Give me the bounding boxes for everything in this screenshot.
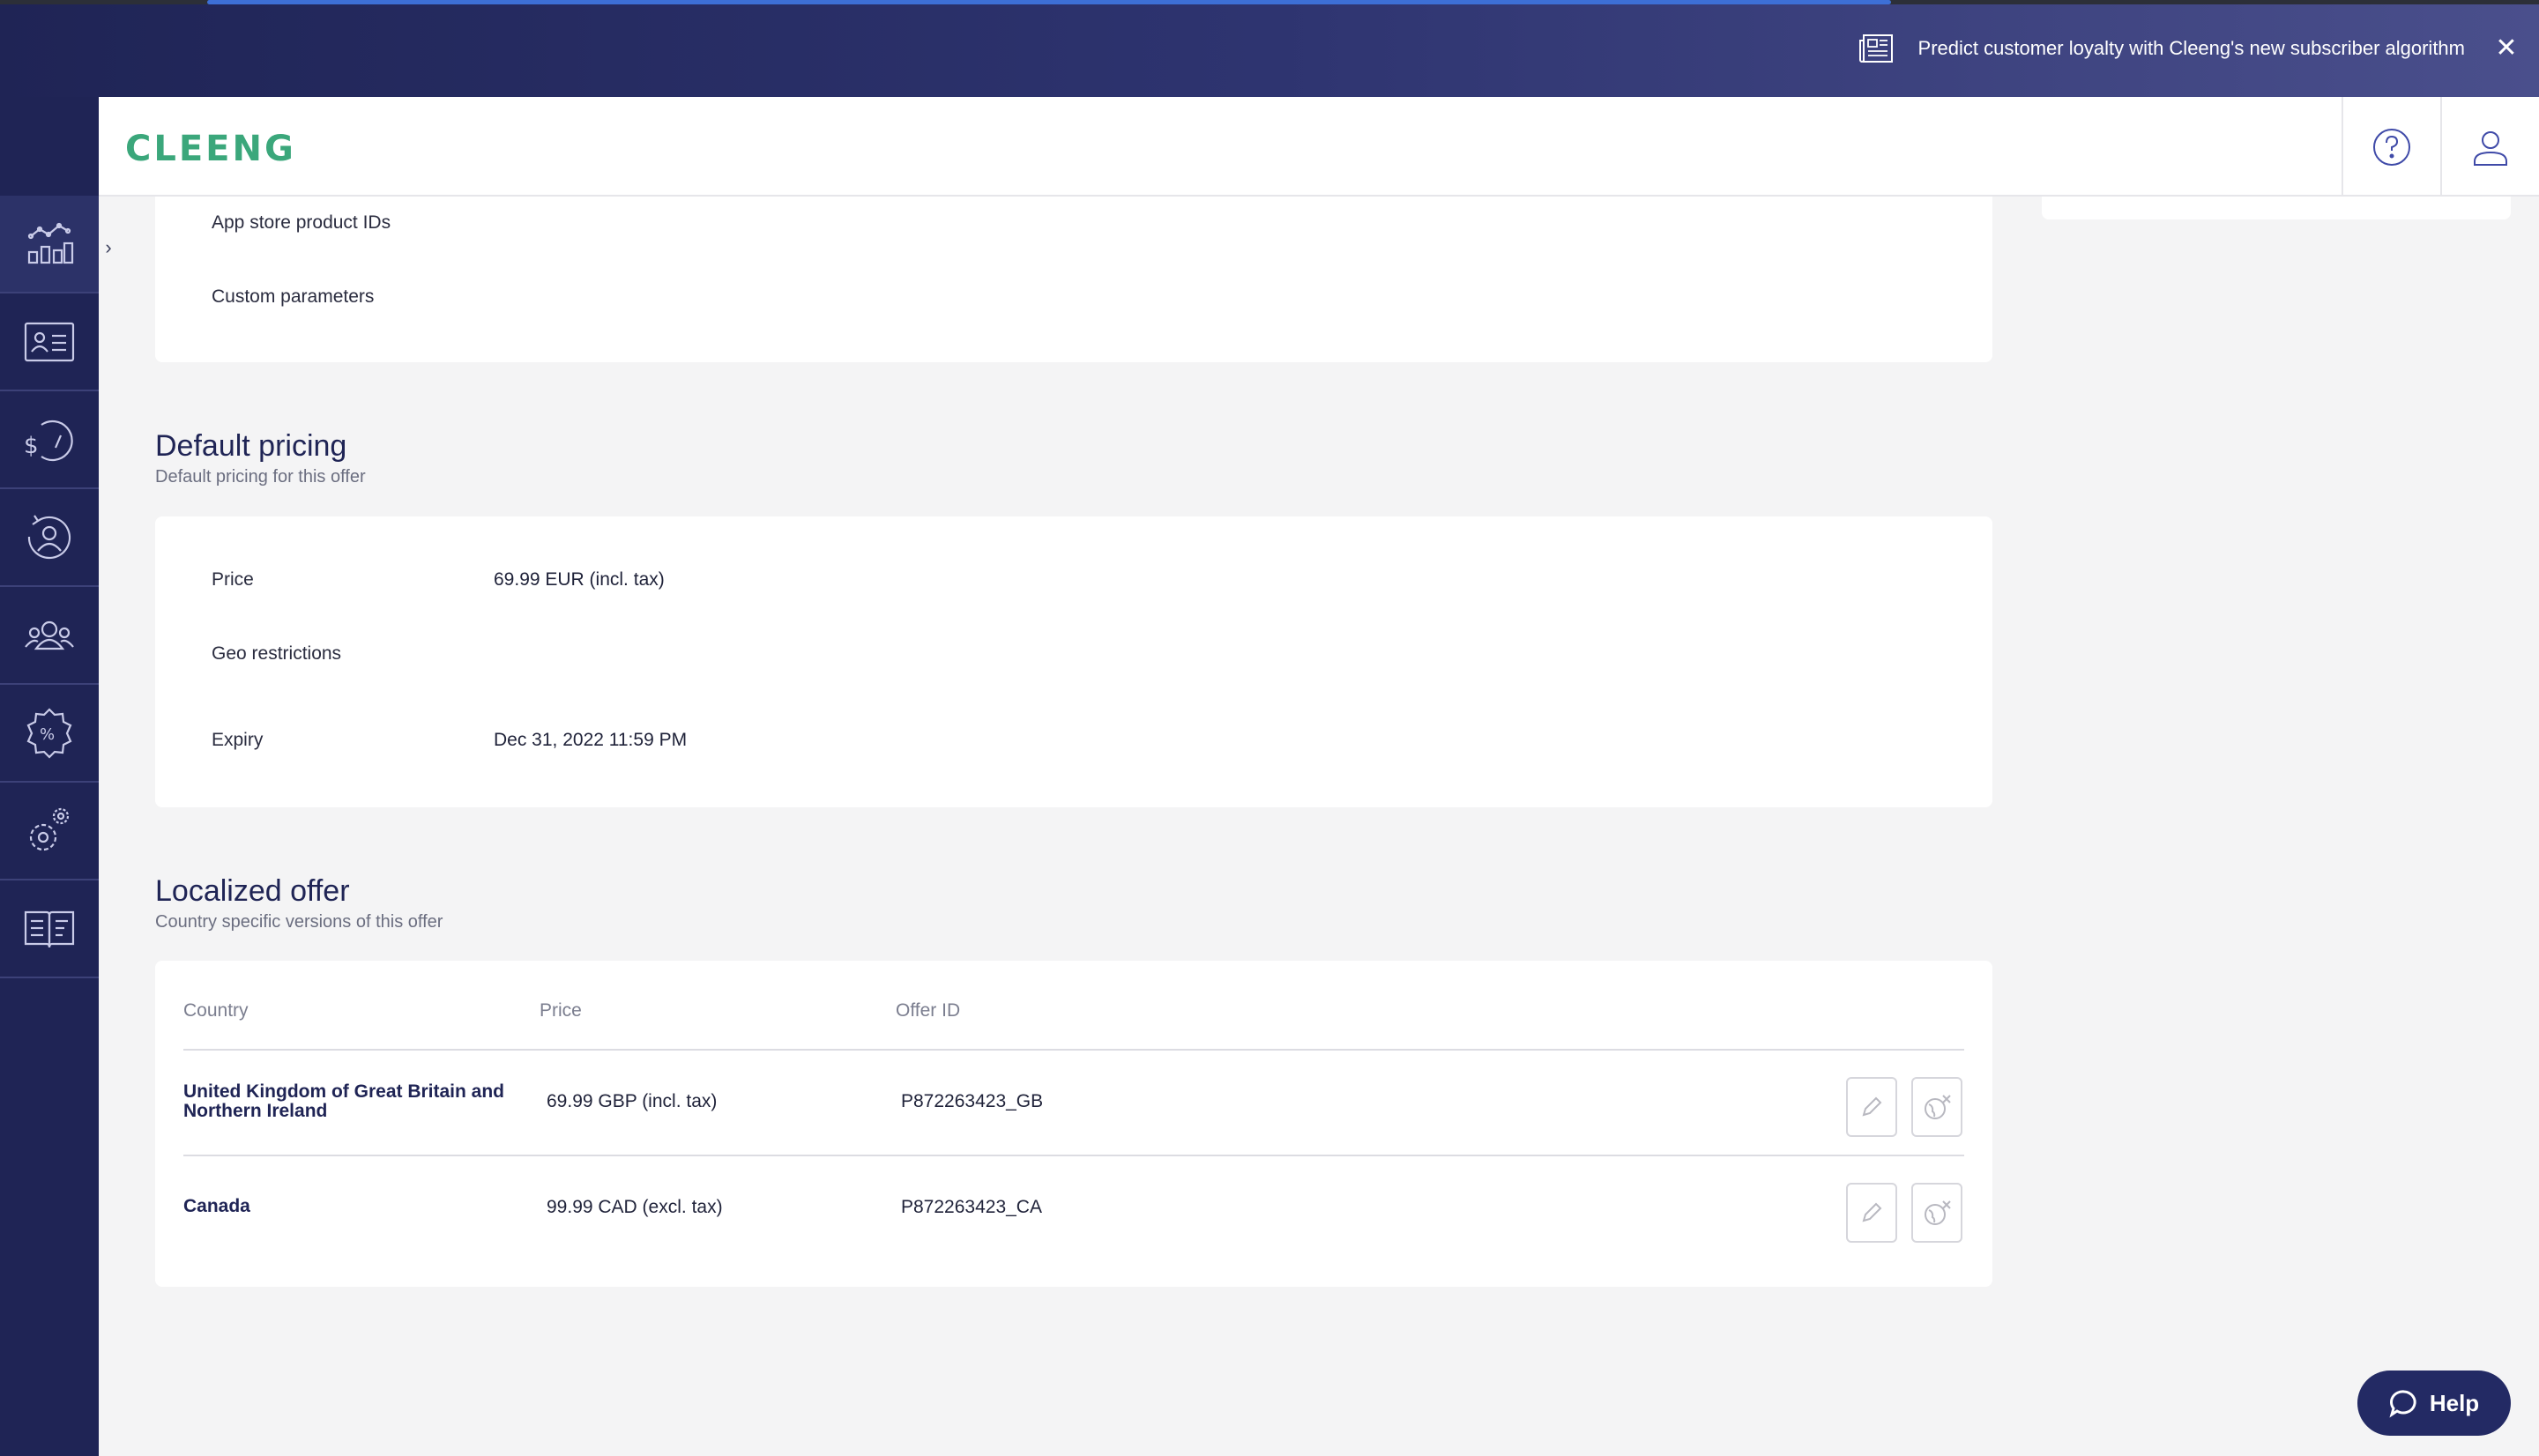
remove-localization-button[interactable] [1911, 1077, 1962, 1137]
sidebar-item-revenue[interactable]: $ [0, 391, 99, 489]
svg-text:$: $ [24, 433, 39, 459]
geo-restrictions-label: Geo restrictions [212, 643, 342, 664]
app-store-ids-label: App store product IDs [212, 212, 391, 233]
account-button[interactable] [2440, 97, 2539, 197]
sidebar-item-retention[interactable] [0, 489, 99, 587]
analytics-chart-icon [27, 222, 74, 264]
book-icon [24, 910, 75, 947]
sidebar-item-offers[interactable]: % [0, 685, 99, 783]
chat-bubble-icon [2389, 1390, 2416, 1418]
row-price: 69.99 GBP (incl. tax) [547, 1091, 718, 1111]
sidebar-item-analytics[interactable] [0, 196, 99, 293]
svg-text:%: % [40, 725, 55, 744]
localized-offer-table: Country Price Offer ID United Kingdom of… [155, 961, 1992, 1287]
help-label: Help [2429, 1389, 2480, 1416]
sidebar: $ % [0, 97, 99, 1456]
users-group-icon [25, 620, 74, 650]
close-icon[interactable]: ✕ [2491, 33, 2521, 63]
revenue-gauge-icon: $ [24, 420, 73, 461]
sidebar-expand-icon[interactable]: › [99, 234, 118, 261]
sidebar-item-settings[interactable] [0, 783, 99, 880]
discount-badge-icon: % [26, 707, 72, 759]
banner-text: Predict customer loyalty with Cleeng's n… [1917, 37, 2465, 59]
row-price: 99.99 CAD (excl. tax) [547, 1197, 723, 1217]
price-label: Price [212, 569, 254, 590]
header-divider [183, 1049, 1964, 1051]
row-offer-id: P872263423_CA [901, 1197, 1042, 1217]
help-center-button[interactable] [2342, 97, 2440, 197]
column-header-price[interactable]: Price [540, 1000, 582, 1021]
localized-offer-subtitle: Country specific versions of this offer [155, 912, 443, 932]
custom-parameters-label: Custom parameters [212, 286, 375, 307]
sidebar-item-customers[interactable] [0, 293, 99, 391]
expiry-value: Dec 31, 2022 11:59 PM [494, 730, 688, 750]
sidebar-item-users[interactable] [0, 587, 99, 685]
expiry-label: Expiry [212, 730, 264, 750]
row-offer-id: P872263423_GB [901, 1091, 1044, 1111]
question-circle-icon [2373, 128, 2410, 166]
column-header-country[interactable]: Country [183, 1000, 249, 1021]
customer-card-icon [24, 322, 75, 361]
country-link[interactable]: United Kingdom of Great Britain and Nort… [183, 1082, 536, 1121]
default-pricing-card: Price 69.99 EUR (incl. tax) Geo restrict… [155, 516, 1992, 807]
help-chat-button[interactable]: Help [2357, 1371, 2511, 1436]
price-value: 69.99 EUR (incl. tax) [494, 569, 665, 590]
column-header-offer-id[interactable]: Offer ID [896, 1000, 960, 1021]
default-pricing-title: Default pricing [155, 429, 347, 463]
default-pricing-subtitle: Default pricing for this offer [155, 467, 366, 487]
user-refresh-icon [27, 514, 71, 559]
sidebar-item-docs[interactable] [0, 880, 99, 978]
cleeng-logo[interactable]: CLEENG [125, 129, 296, 169]
banner-message[interactable]: Predict customer loyalty with Cleeng's n… [1858, 0, 2465, 97]
edit-button[interactable] [1846, 1077, 1897, 1137]
row-divider [183, 1155, 1964, 1156]
user-profile-icon [2474, 130, 2507, 166]
country-link[interactable]: Canada [183, 1197, 536, 1216]
settings-gears-icon [29, 807, 70, 851]
globe-remove-icon [1925, 1095, 1951, 1119]
globe-remove-icon [1925, 1200, 1951, 1225]
app-header: CLEENG [99, 97, 2539, 197]
browser-loading-indicator [207, 0, 1891, 4]
pencil-icon [1862, 1202, 1882, 1222]
pencil-icon [1862, 1096, 1882, 1117]
newspaper-icon [1858, 34, 1893, 63]
edit-button[interactable] [1846, 1183, 1897, 1243]
announcement-banner: Predict customer loyalty with Cleeng's n… [0, 0, 2539, 97]
offer-details-card: App store product IDs Custom parameters [155, 197, 1992, 362]
localized-offer-title: Localized offer [155, 874, 350, 908]
side-summary-card [2042, 197, 2511, 219]
remove-localization-button[interactable] [1911, 1183, 1962, 1243]
